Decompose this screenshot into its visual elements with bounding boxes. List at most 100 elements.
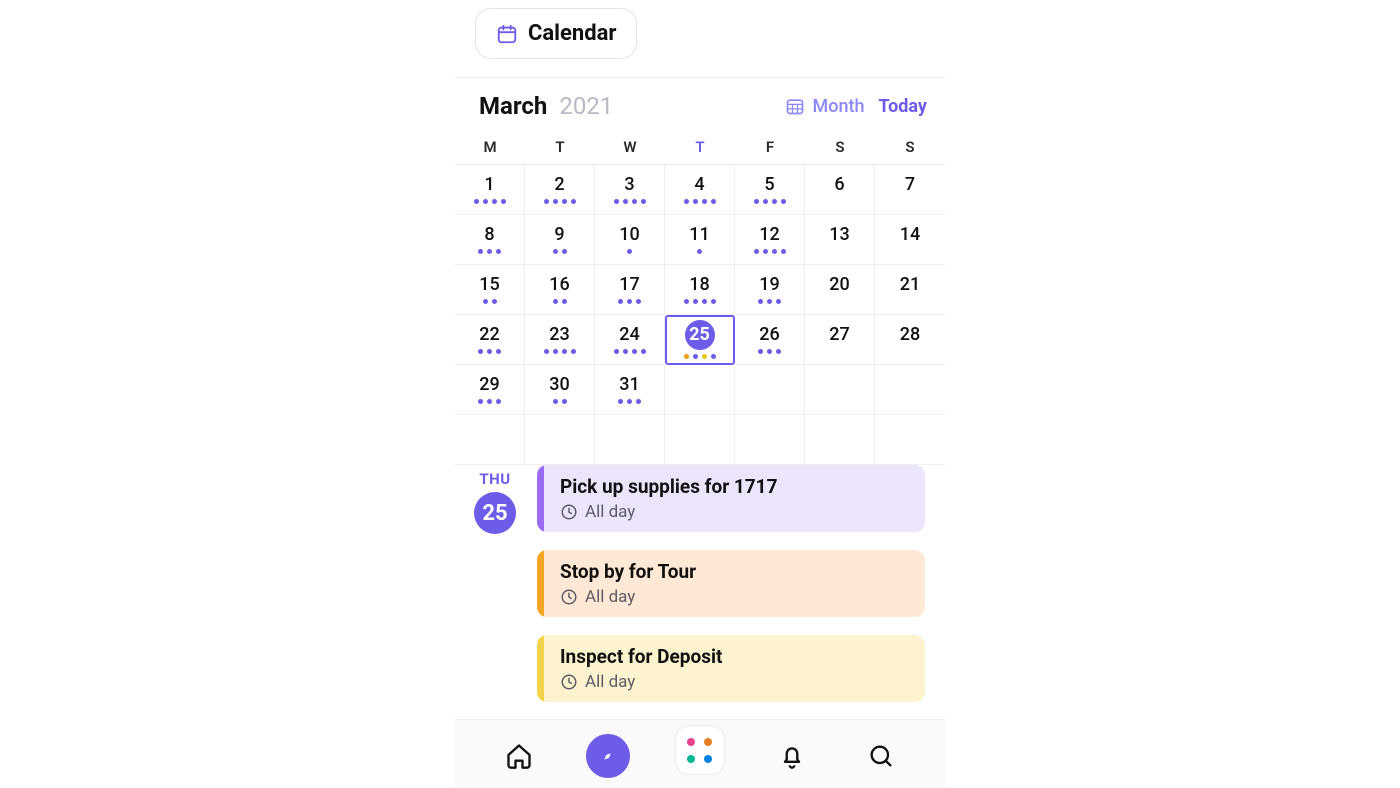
calendar-cell[interactable]: 7 <box>875 165 945 215</box>
tab-explore[interactable] <box>586 734 630 778</box>
clock-icon <box>560 673 578 691</box>
calendar-cell[interactable]: 17 <box>595 265 665 315</box>
weekday-label: W <box>595 138 665 156</box>
calendar-cell[interactable]: 25 <box>665 315 735 365</box>
compass-icon <box>597 745 619 767</box>
event-color-bar <box>537 635 544 702</box>
weekday-label: S <box>805 138 875 156</box>
calendar-cell[interactable]: 15 <box>455 265 525 315</box>
calendar-cell <box>665 365 735 415</box>
event-dots <box>754 249 786 255</box>
today-button[interactable]: Today <box>879 96 928 117</box>
calendar-cell[interactable]: 6 <box>805 165 875 215</box>
event-dots <box>544 349 576 355</box>
day-number: 15 <box>479 274 499 295</box>
tab-notifications[interactable] <box>770 734 814 778</box>
event-dots <box>478 399 501 405</box>
event-dots <box>684 354 716 360</box>
event-dots <box>483 299 497 305</box>
calendar-cell[interactable]: 29 <box>455 365 525 415</box>
tab-search[interactable] <box>859 734 903 778</box>
calendar-cell[interactable]: 12 <box>735 215 805 265</box>
divider <box>455 77 945 78</box>
calendar-cell[interactable]: 26 <box>735 315 805 365</box>
day-number: 17 <box>619 274 639 295</box>
calendar-cell[interactable]: 16 <box>525 265 595 315</box>
calendar-cell[interactable]: 27 <box>805 315 875 365</box>
day-number: 8 <box>484 224 494 245</box>
tab-home[interactable] <box>497 734 541 778</box>
event-card[interactable]: Stop by for Tour All day <box>537 550 925 617</box>
day-number: 13 <box>829 224 849 245</box>
selected-day-num: 25 <box>474 492 516 534</box>
clock-icon <box>560 503 578 521</box>
calendar-cell[interactable]: 2 <box>525 165 595 215</box>
tab-apps[interactable] <box>675 725 725 775</box>
calendar-cell[interactable]: 1 <box>455 165 525 215</box>
day-number: 16 <box>549 274 569 295</box>
calendar-app: Calendar March 2021 Month Today MTWTFSS … <box>455 0 945 788</box>
calendar-cell[interactable]: 13 <box>805 215 875 265</box>
day-number: 7 <box>905 174 915 195</box>
day-number: 11 <box>689 224 709 245</box>
calendar-chip[interactable]: Calendar <box>475 8 637 59</box>
calendar-cell[interactable]: 9 <box>525 215 595 265</box>
calendar-cell[interactable]: 5 <box>735 165 805 215</box>
calendar-cell[interactable]: 28 <box>875 315 945 365</box>
event-color-bar <box>537 465 544 532</box>
calendar-cell[interactable]: 3 <box>595 165 665 215</box>
weekday-label: T <box>665 138 735 156</box>
event-dots <box>627 249 632 255</box>
event-dots <box>553 249 567 255</box>
apps-dot-icon <box>687 755 695 763</box>
day-number: 12 <box>759 224 779 245</box>
clock-icon <box>560 588 578 606</box>
event-card[interactable]: Pick up supplies for 1717All day <box>537 465 925 532</box>
day-number: 21 <box>900 274 920 295</box>
selected-day-label: THU 25 <box>459 470 531 534</box>
calendar-grid: 1234567891011121314151617181920212223242… <box>455 164 945 465</box>
view-mode-label: Month <box>813 96 865 117</box>
day-number: 20 <box>829 274 849 295</box>
calendar-cell[interactable]: 23 <box>525 315 595 365</box>
event-dots <box>697 249 702 255</box>
event-dots <box>474 199 506 205</box>
calendar-cell[interactable]: 24 <box>595 315 665 365</box>
event-dots <box>614 349 646 355</box>
calendar-cell[interactable]: 8 <box>455 215 525 265</box>
day-number: 26 <box>759 324 779 345</box>
event-dots <box>684 299 716 305</box>
calendar-cell[interactable]: 21 <box>875 265 945 315</box>
calendar-cell <box>735 365 805 415</box>
calendar-cell[interactable]: 4 <box>665 165 735 215</box>
event-card[interactable]: Inspect for DepositAll day <box>537 635 925 702</box>
event-time: All day <box>560 587 696 607</box>
calendar-cell[interactable]: 14 <box>875 215 945 265</box>
day-number: 9 <box>554 224 564 245</box>
weekday-header: MTWTFSS <box>455 128 945 164</box>
calendar-cell[interactable]: 10 <box>595 215 665 265</box>
day-number: 5 <box>764 174 774 195</box>
weekday-label: F <box>735 138 805 156</box>
day-number: 29 <box>479 374 499 395</box>
view-mode-selector[interactable]: Month <box>785 96 865 117</box>
apps-dot-icon <box>704 738 712 746</box>
calendar-cell <box>805 415 875 465</box>
event-dots <box>614 199 646 205</box>
home-icon <box>505 742 533 770</box>
event-title: Stop by for Tour <box>560 560 696 583</box>
calendar-cell[interactable]: 22 <box>455 315 525 365</box>
calendar-cell[interactable]: 30 <box>525 365 595 415</box>
calendar-cell[interactable]: 31 <box>595 365 665 415</box>
weekday-label: M <box>455 138 525 156</box>
day-number: 30 <box>549 374 569 395</box>
calendar-cell[interactable]: 20 <box>805 265 875 315</box>
weekday-label: T <box>525 138 595 156</box>
calendar-cell[interactable]: 18 <box>665 265 735 315</box>
event-dots <box>618 399 641 405</box>
calendar-cell[interactable]: 19 <box>735 265 805 315</box>
calendar-cell <box>665 415 735 465</box>
calendar-cell[interactable]: 11 <box>665 215 735 265</box>
event-dots <box>758 299 781 305</box>
month-title[interactable]: March 2021 <box>479 92 613 120</box>
